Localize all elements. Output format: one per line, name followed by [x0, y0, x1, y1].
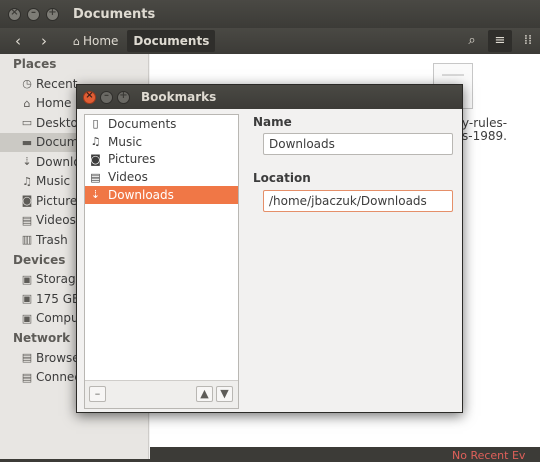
dialog-maximize-button[interactable]: + — [117, 90, 130, 104]
download-icon: ⇣ — [22, 155, 32, 169]
server-icon: ▤ — [21, 370, 33, 384]
file-name-line: s-1989. — [462, 129, 507, 143]
search-icon[interactable]: ⌕ — [460, 30, 484, 52]
desktop-icon: ▭ — [21, 116, 33, 130]
back-button[interactable]: ‹ — [8, 31, 28, 51]
breadcrumb-home[interactable]: ⌂ Home — [68, 30, 123, 52]
home-icon: ⌂ — [23, 96, 31, 110]
forward-button[interactable]: › — [34, 31, 54, 51]
sidebar-item-label: Videos — [36, 213, 76, 228]
folder-icon: ▬ — [21, 135, 33, 149]
drive-icon: ▣ — [21, 292, 33, 306]
name-field[interactable] — [263, 133, 453, 155]
name-label: Name — [253, 115, 292, 129]
sidebar-section-header: Places — [13, 57, 57, 71]
bookmark-item[interactable]: ⇣ Downloads — [85, 186, 238, 204]
download-icon: ⇣ — [90, 188, 101, 202]
window-title: Documents — [73, 6, 156, 22]
bookmark-item[interactable]: ▯ Documents — [85, 115, 238, 133]
bookmarks-dialog: × – + Bookmarks ▯ Documents ♫ Music ◙ Picture… — [76, 84, 463, 413]
status-text: No Recent Ev — [452, 449, 526, 462]
location-label: Location — [253, 171, 311, 185]
location-field[interactable] — [263, 190, 453, 212]
network-icon: ▤ — [21, 351, 33, 365]
drive-icon: ▣ — [21, 311, 33, 325]
document-icon: ▯ — [92, 117, 99, 131]
bookmark-item[interactable]: ▤ Videos — [85, 168, 238, 186]
bookmark-label: Downloads — [108, 187, 174, 202]
dialog-titlebar[interactable]: × – + Bookmarks — [77, 85, 462, 109]
bookmark-list: ▯ Documents ♫ Music ◙ Pictures ▤ Videos ⇣ Downloa… — [84, 114, 239, 409]
toolbar: ‹ › ⌂ Home Documents ⌕ ≡ ⁞⁞ — [0, 28, 540, 54]
bookmark-list-footer: – ▲ ▼ — [85, 380, 238, 408]
film-icon: ▤ — [21, 213, 33, 227]
move-down-button[interactable]: ▼ — [216, 386, 233, 402]
sidebar-item-label: Recent — [36, 76, 78, 91]
sidebar-item-label: Home — [36, 96, 72, 111]
music-icon: ♫ — [22, 174, 32, 188]
drive-icon: ▣ — [21, 272, 33, 286]
dialog-close-button[interactable]: × — [83, 90, 96, 104]
close-window-button[interactable]: × — [8, 7, 21, 21]
trash-icon: ▥ — [21, 233, 33, 247]
bookmark-items: ▯ Documents ♫ Music ◙ Pictures ▤ Videos ⇣ Downloa… — [85, 115, 238, 204]
bookmark-label: Documents — [108, 116, 177, 131]
bookmark-label: Pictures — [108, 152, 156, 167]
bookmark-label: Videos — [108, 170, 148, 185]
dialog-minimize-button[interactable]: – — [100, 90, 113, 104]
bookmark-item[interactable]: ◙ Pictures — [85, 151, 238, 169]
music-icon: ♫ — [90, 135, 101, 149]
film-icon: ▤ — [90, 170, 101, 184]
window-titlebar[interactable]: × – + Documents — [0, 0, 540, 28]
move-up-button[interactable]: ▲ — [196, 386, 213, 402]
minimize-window-button[interactable]: – — [27, 7, 40, 21]
maximize-window-button[interactable]: + — [46, 7, 59, 21]
bookmark-item[interactable]: ♫ Music — [85, 133, 238, 151]
breadcrumb-home-label: Home — [82, 34, 119, 48]
sidebar-item-label: Music — [36, 174, 71, 189]
home-icon: ⌂ — [73, 34, 80, 48]
grid-view-icon[interactable]: ⁞⁞ — [516, 30, 540, 52]
breadcrumb-current[interactable]: Documents — [127, 30, 216, 52]
remove-bookmark-button[interactable]: – — [89, 386, 106, 402]
camera-icon: ◙ — [90, 152, 101, 166]
bookmark-label: Music — [108, 134, 143, 149]
clock-icon: ◷ — [22, 77, 32, 91]
sidebar-item-label: Trash — [36, 232, 68, 247]
dialog-title: Bookmarks — [141, 90, 217, 104]
list-view-icon[interactable]: ≡ — [488, 30, 512, 52]
camera-icon: ◙ — [21, 194, 33, 208]
file-name[interactable]: y-rules- s-1989. — [462, 117, 507, 143]
